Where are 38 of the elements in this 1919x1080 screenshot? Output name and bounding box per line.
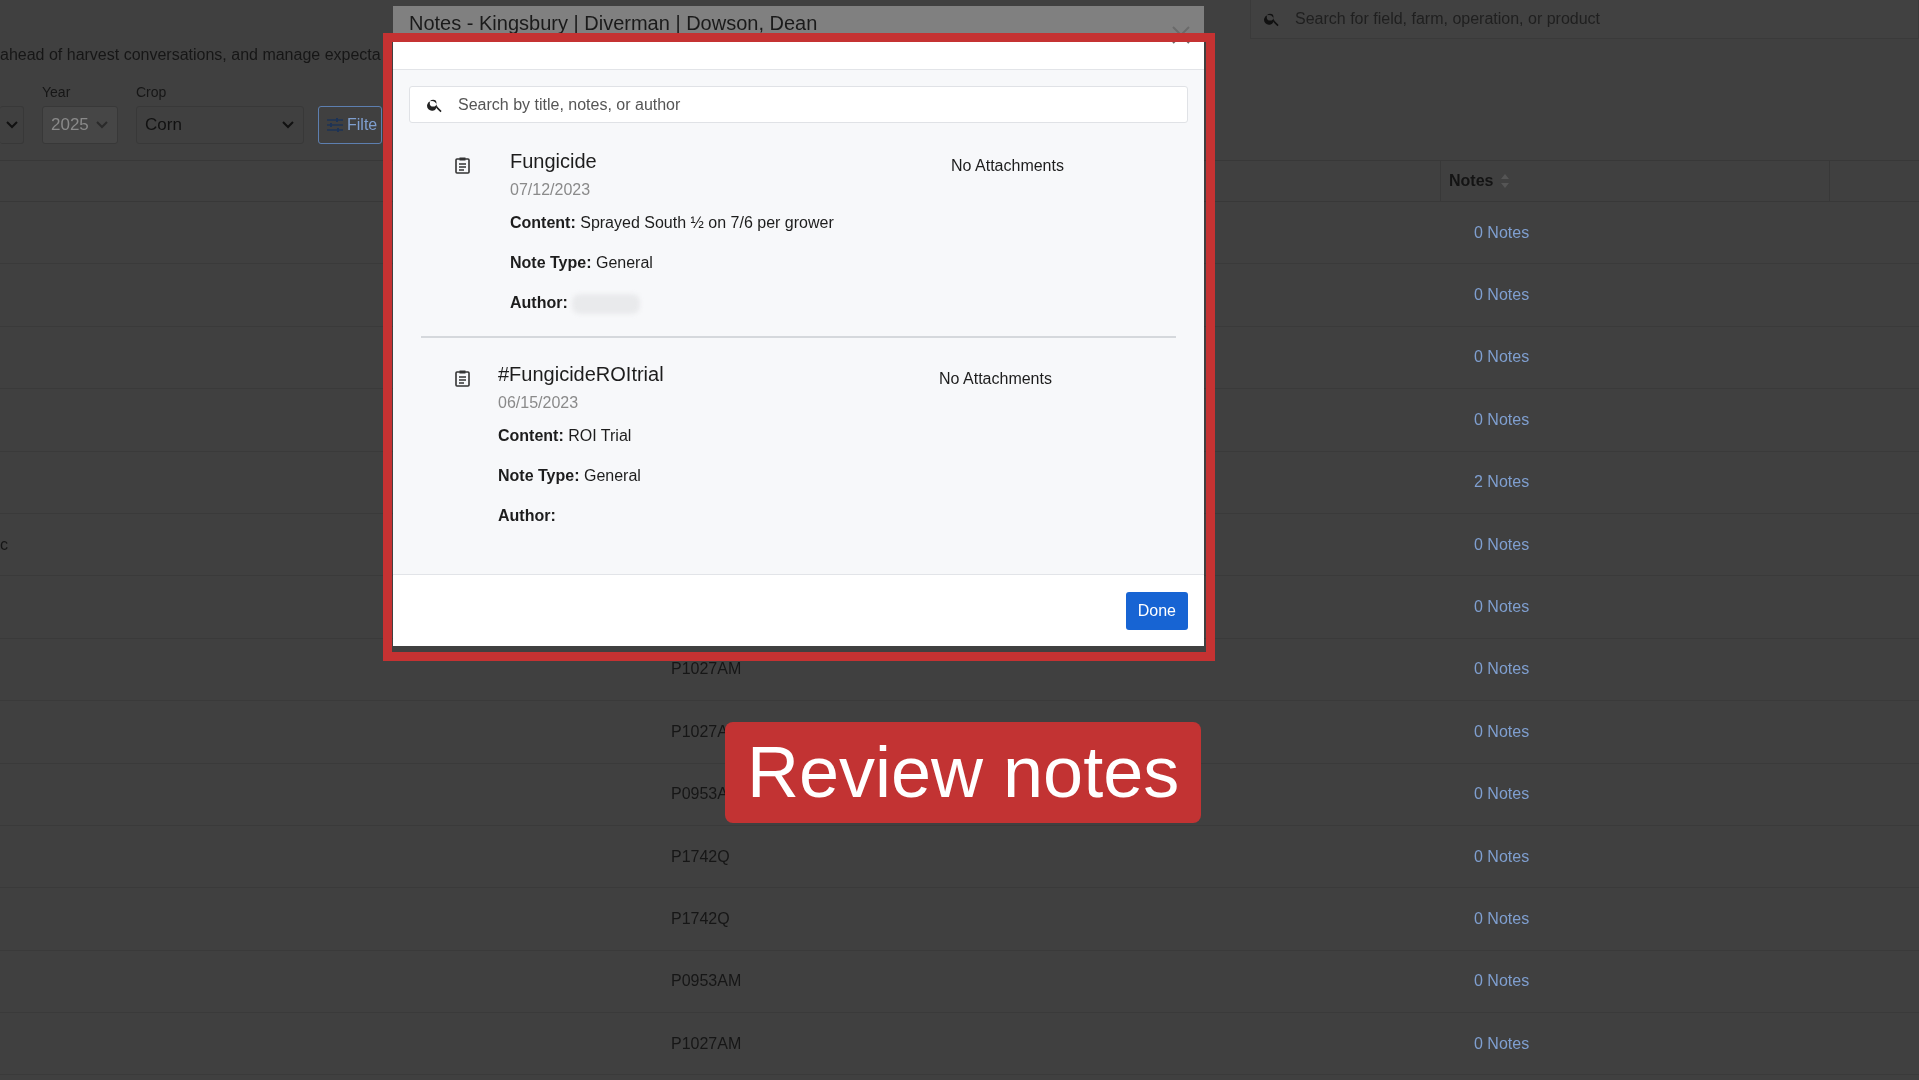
- filter-button[interactable]: Filte: [318, 106, 383, 144]
- notes-link[interactable]: 0 Notes: [1474, 847, 1530, 866]
- notes-link[interactable]: 0 Notes: [1474, 910, 1530, 928]
- notes-link[interactable]: 0 Notes: [1474, 785, 1530, 804]
- done-button[interactable]: Done: [1125, 591, 1188, 630]
- note-date: 06/15/2023: [498, 393, 580, 413]
- notes-link[interactable]: 0 Notes: [1474, 410, 1530, 429]
- note-content: Content: Sprayed South ½ on 7/6 per grower: [510, 213, 835, 233]
- attachments-text: No Attachments: [939, 369, 1053, 389]
- attachments-text: No Attachments: [951, 156, 1065, 176]
- note-date: 07/12/2023: [510, 180, 592, 200]
- notes-link[interactable]: 0 Notes: [1474, 598, 1530, 617]
- sliders-icon: [327, 118, 343, 132]
- notes-link[interactable]: 0 Notes: [1474, 223, 1530, 242]
- notes-link[interactable]: 0 Notes: [1474, 722, 1530, 741]
- chevron-down-icon: [95, 120, 109, 130]
- clipboard-icon: [455, 157, 470, 174]
- notes-link[interactable]: 0 Notes: [1474, 348, 1530, 367]
- dropdown[interactable]: [0, 106, 24, 144]
- search-input[interactable]: Search by title, notes, or author: [456, 94, 1060, 115]
- note-content: Content: ROI Trial: [498, 426, 633, 446]
- close-icon[interactable]: [1172, 26, 1190, 44]
- clipboard-icon: [455, 370, 470, 387]
- chevron-down-icon: [5, 120, 19, 130]
- notes-link[interactable]: 0 Notes: [1474, 286, 1530, 305]
- note-type: Note Type: General: [510, 253, 654, 273]
- notes-link[interactable]: 0 Notes: [1474, 660, 1530, 679]
- notes-link[interactable]: 2 Notes: [1474, 473, 1530, 492]
- chevron-down-icon: [281, 120, 295, 130]
- author-label: Author:: [498, 507, 556, 524]
- author-label: Author:: [510, 294, 568, 311]
- note-title: #FungicideROItrial: [498, 362, 665, 387]
- notes-link[interactable]: 0 Notes: [1474, 535, 1530, 554]
- note-type: Note Type: General: [498, 466, 642, 486]
- notes-link[interactable]: 0 Notes: [1474, 972, 1530, 991]
- notes-link[interactable]: 0 Notes: [1474, 1034, 1530, 1053]
- callout-banner: Review notes: [725, 722, 1202, 823]
- note-title: Fungicide: [510, 149, 598, 174]
